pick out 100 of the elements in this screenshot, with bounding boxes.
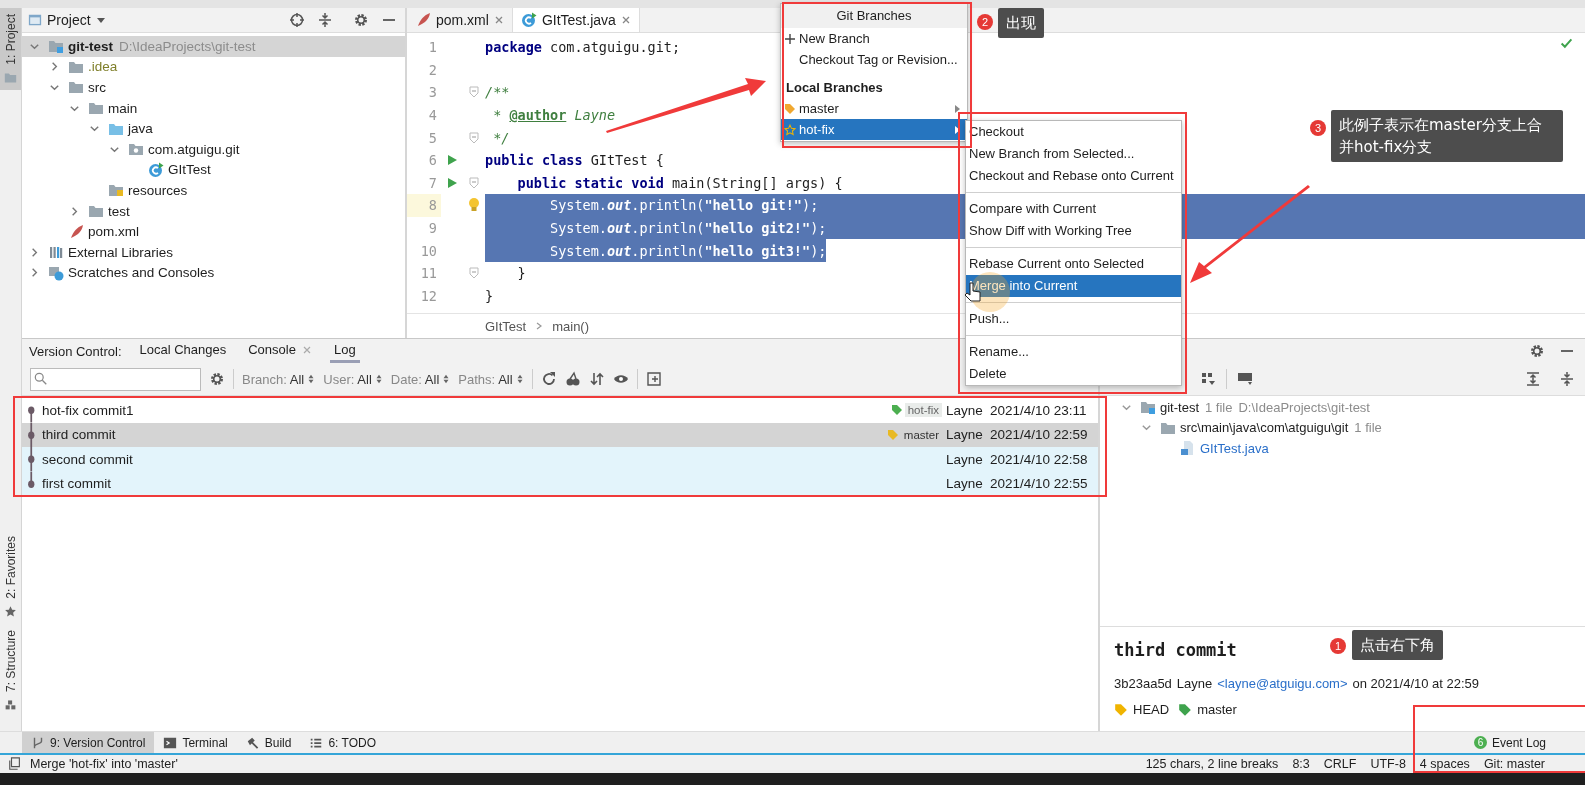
tree-item[interactable]: com.atguigu.git xyxy=(22,138,405,160)
tool-window-tab[interactable]: Build xyxy=(236,732,301,753)
run-icon[interactable] xyxy=(446,176,458,189)
tree-item[interactable]: resources xyxy=(22,180,405,201)
menu-item[interactable]: master xyxy=(781,98,967,119)
locate-icon[interactable] xyxy=(289,12,305,28)
filter-dropdown[interactable]: User: All xyxy=(323,371,383,387)
tree-item[interactable]: Scratches and Consoles xyxy=(22,262,405,284)
lightbulb-icon[interactable] xyxy=(468,197,480,214)
tree-item[interactable]: External Libraries xyxy=(22,241,405,263)
tree-item[interactable]: src xyxy=(22,77,405,98)
item-label: resources xyxy=(128,182,188,198)
tree-item[interactable]: test xyxy=(22,200,405,222)
module-icon xyxy=(1140,399,1156,416)
changed-item[interactable]: GItTest.java xyxy=(1200,441,1269,456)
run-icon[interactable] xyxy=(446,154,458,167)
menu-item[interactable]: New Branch from Selected... xyxy=(966,143,1181,165)
item-label: GItTest xyxy=(168,162,211,178)
line-number: 9 xyxy=(427,219,438,239)
tree-item[interactable]: .idea xyxy=(22,56,405,78)
commit-date: 2021/4/10 22:59 xyxy=(990,427,1089,443)
collapse-all-icon[interactable] xyxy=(1559,371,1575,387)
item-path: D:\IdeaProjects\git-test xyxy=(1238,399,1370,415)
commit-row[interactable]: second commit Layne 2021/4/10 22:58 xyxy=(22,447,1098,472)
branch-icon xyxy=(31,735,45,750)
new-tab-icon[interactable] xyxy=(645,371,662,387)
menu-item[interactable]: Checkout and Rebase onto Current xyxy=(966,165,1181,187)
editor-tab[interactable]: GItTest.java xyxy=(512,8,640,32)
search-field[interactable] xyxy=(30,367,201,391)
changed-item[interactable]: src\main\java\com\atguigu\git xyxy=(1180,420,1349,436)
commit-row[interactable]: third commit master Layne 2021/4/10 22:59 xyxy=(22,422,1098,447)
menu-item[interactable]: New Branch xyxy=(781,28,967,49)
tree-item[interactable]: main xyxy=(22,97,405,119)
settings-icon[interactable] xyxy=(1529,343,1545,359)
branch-label: hot-fix xyxy=(904,403,942,418)
pages-icon[interactable] xyxy=(8,757,22,771)
author-name: Layne xyxy=(1176,675,1213,691)
panel-icon xyxy=(28,13,42,27)
popup-title: Git Branches xyxy=(781,4,967,28)
menu-item[interactable]: Delete xyxy=(966,363,1181,385)
menu-item[interactable]: hot-fix xyxy=(781,119,967,140)
item-label: java xyxy=(128,121,153,137)
menu-item[interactable]: Checkout Tag or Revision... xyxy=(781,49,967,70)
status-item[interactable]: CRLF xyxy=(1323,757,1357,771)
ref-label: HEAD xyxy=(1133,702,1170,717)
editor-tab[interactable]: pom.xml xyxy=(407,8,513,32)
star-icon xyxy=(4,604,17,618)
commit-date: 2021/4/10 23:11 xyxy=(990,402,1088,418)
view-selector[interactable]: Project xyxy=(28,12,106,28)
tool-window-button[interactable]: 2: Favorites xyxy=(0,530,21,624)
collapse-icon[interactable] xyxy=(317,12,333,28)
status-item[interactable]: UTF-8 xyxy=(1370,757,1406,771)
filter-dropdown[interactable]: Branch: All xyxy=(242,371,316,387)
refresh-icon[interactable] xyxy=(540,371,557,387)
changed-item[interactable]: git-test xyxy=(1160,399,1199,415)
tool-window-tab[interactable]: 6: TODO xyxy=(300,732,385,753)
breadcrumb-item[interactable]: main() xyxy=(552,318,590,334)
panel-tab[interactable]: Console xyxy=(244,339,316,363)
panel-tab[interactable]: Local Changes xyxy=(135,339,231,363)
menu-item[interactable]: Rename... xyxy=(966,341,1181,363)
status-item[interactable]: 125 chars, 2 line breaks xyxy=(1145,757,1279,771)
menu-item[interactable]: Rebase Current onto Selected xyxy=(966,253,1181,275)
item-label: External Libraries xyxy=(68,244,174,260)
tool-window-button[interactable]: 1: Project xyxy=(0,8,21,90)
close-icon[interactable] xyxy=(493,15,504,25)
tree-item[interactable]: git-test D:\IdeaProjects\git-test xyxy=(22,36,405,57)
tree-item[interactable]: pom.xml xyxy=(22,221,405,242)
tool-window-tab[interactable]: 9: Version Control xyxy=(22,732,155,753)
filter-dropdown[interactable]: Paths: All xyxy=(458,371,524,387)
tool-window-button[interactable]: 7: Structure xyxy=(0,623,21,717)
item-label: test xyxy=(108,203,130,219)
expand-all-icon[interactable] xyxy=(1525,371,1541,387)
status-item[interactable]: Git: master xyxy=(1483,757,1545,771)
line-number: 6 xyxy=(427,151,438,171)
menu-item[interactable]: Push... xyxy=(966,308,1181,330)
cherry-icon[interactable] xyxy=(564,371,581,387)
tree-item[interactable]: GItTest xyxy=(22,159,405,181)
close-icon[interactable] xyxy=(620,15,631,25)
tree-item[interactable]: java xyxy=(22,118,405,139)
email-link[interactable]: <layne@atguigu.com> xyxy=(1217,675,1348,691)
tool-window-tab[interactable]: Terminal xyxy=(154,732,237,753)
settings-icon[interactable] xyxy=(353,12,369,28)
menu-item[interactable]: Show Diff with Working Tree xyxy=(966,220,1181,242)
filter-dropdown[interactable]: Date: All xyxy=(390,371,451,387)
resources-folder-icon xyxy=(108,182,124,199)
menu-item[interactable]: Compare with Current xyxy=(966,198,1181,220)
layout-icon[interactable] xyxy=(1237,371,1253,387)
settings-icon[interactable] xyxy=(209,371,225,387)
commit-author: Layne xyxy=(946,451,984,467)
status-item[interactable]: 8:3 xyxy=(1292,757,1310,771)
status-item[interactable]: 4 spaces xyxy=(1419,757,1470,771)
folder-icon xyxy=(88,203,104,220)
event-log-button[interactable]: 6 Event Log xyxy=(1464,732,1555,753)
commit-date: 2021/4/10 22:58 xyxy=(990,451,1089,467)
commit-message: first commit xyxy=(42,476,112,492)
breadcrumb-item[interactable]: GItTest xyxy=(485,318,527,334)
grid-icon[interactable] xyxy=(1200,371,1216,387)
feather-icon xyxy=(415,12,431,28)
line-number: 11 xyxy=(419,264,438,284)
sort-icon[interactable] xyxy=(588,371,605,387)
